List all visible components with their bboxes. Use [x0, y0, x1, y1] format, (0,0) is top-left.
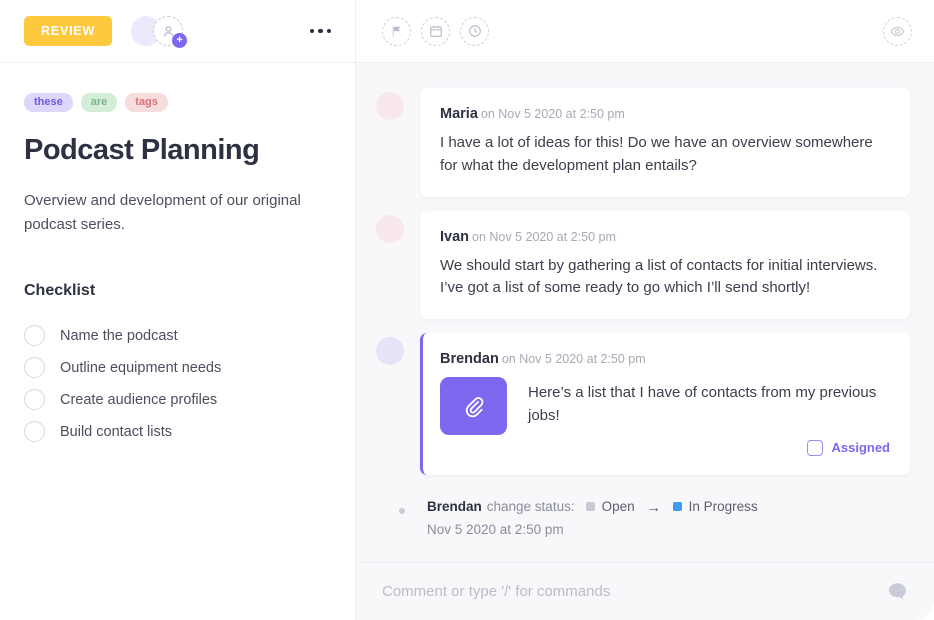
checkbox-icon[interactable]	[24, 357, 45, 379]
arrow-icon: →	[646, 498, 661, 515]
avatar[interactable]	[376, 214, 404, 243]
flag-icon	[392, 25, 401, 37]
checkbox-icon[interactable]	[24, 421, 45, 443]
task-description: Overview and development of our original…	[24, 192, 301, 234]
top-bar-left: REVIEW +	[0, 0, 356, 62]
checklist-item-label: Name the podcast	[60, 327, 178, 344]
attachment-thumbnail[interactable]	[440, 377, 507, 436]
activity-content: Brendan change status: Open → In Progres…	[427, 499, 910, 537]
comment-timestamp: on Nov 5 2020 at 2:50 pm	[501, 352, 646, 367]
comment-text: Here’s a list that I have of contacts fr…	[528, 384, 877, 424]
page-title: Podcast Planning	[24, 134, 260, 166]
comment-bubble: Maria on Nov 5 2020 at 2:50 pm I have a l…	[420, 88, 910, 197]
comment-header: Ivan on Nov 5 2020 at 2:50 pm	[440, 228, 890, 246]
review-status-button[interactable]: REVIEW	[24, 15, 113, 47]
checklist-item-label: Build contact lists	[60, 423, 173, 440]
status-from-label: Open	[601, 499, 635, 515]
due-date-button[interactable]	[421, 16, 450, 46]
comment-bubble: Ivan on Nov 5 2020 at 2:50 pm We should s…	[420, 210, 910, 320]
avatar[interactable]	[376, 337, 404, 366]
status-from: Open	[585, 499, 635, 515]
chat-bubble-icon[interactable]	[886, 580, 910, 604]
checklist-item-label: Outline equipment needs	[60, 359, 222, 376]
status-to: In Progress	[672, 499, 758, 515]
status-to-label: In Progress	[688, 499, 758, 515]
track-time-button[interactable]	[460, 16, 489, 46]
assigned-label: Assigned	[831, 440, 890, 456]
main-body: these are tags Podcast Planning Overview…	[0, 63, 934, 620]
dot-icon	[326, 28, 331, 34]
avatar[interactable]	[376, 92, 404, 120]
task-detail-window: REVIEW + these are tags Podcast Planning…	[0, 0, 934, 620]
comment-header: Brendan on Nov 5 2020 at 2:50 pm	[440, 350, 890, 368]
comment-author: Ivan	[440, 228, 470, 245]
conversation-panel: Maria on Nov 5 2020 at 2:50 pm I have a l…	[356, 63, 934, 620]
activity-item-status-change: Brendan change status: Open → In Progres…	[376, 499, 910, 537]
comment-author: Maria	[440, 106, 478, 122]
checklist-item-build-contact-lists[interactable]: Build contact lists	[24, 416, 331, 448]
comment-item-ivan: Ivan on Nov 5 2020 at 2:50 pm We should s…	[376, 210, 910, 320]
more-options-button[interactable]	[308, 23, 334, 40]
status-color-swatch	[672, 502, 682, 512]
assigned-checkbox-icon[interactable]	[807, 439, 824, 456]
comment-timestamp: on Nov 5 2020 at 2:50 pm	[472, 229, 616, 244]
activity-timestamp: Nov 5 2020 at 2:50 pm	[427, 521, 564, 537]
comment-header: Maria on Nov 5 2020 at 2:50 pm	[440, 105, 890, 123]
comment-bubble-highlighted: Brendan on Nov 5 2020 at 2:50 pm Here’s a…	[420, 333, 910, 475]
comment-text: I have a lot of ideas for this! Do we ha…	[440, 134, 873, 174]
watch-task-button[interactable]	[883, 16, 912, 46]
dot-icon	[318, 28, 323, 34]
activity-line: Brendan change status: Open → In Progres…	[427, 499, 910, 515]
checklist-item-create-audience-profiles[interactable]: Create audience profiles	[24, 384, 331, 416]
checklist-heading: Checklist	[24, 281, 96, 299]
task-details-panel: these are tags Podcast Planning Overview…	[0, 63, 356, 620]
checkbox-icon[interactable]	[24, 389, 45, 411]
activity-verb: change status:	[486, 499, 575, 515]
tag-tags[interactable]: tags	[125, 93, 168, 112]
comment-author: Brendan	[440, 351, 499, 368]
dot-icon	[309, 28, 314, 34]
priority-flag-button[interactable]	[382, 16, 411, 46]
checklist-item-name-the-podcast[interactable]: Name the podcast	[24, 320, 331, 352]
attachment-body: Here’s a list that I have of contacts fr…	[528, 377, 890, 456]
add-assignee-button[interactable]: +	[153, 16, 188, 48]
comment-item-brendan: Brendan on Nov 5 2020 at 2:50 pm Here’s a…	[376, 333, 910, 475]
checklist-item-outline-equipment-needs[interactable]: Outline equipment needs	[24, 352, 331, 384]
assigned-toggle[interactable]: Assigned	[528, 439, 890, 456]
add-assignee-plus-badge: +	[172, 33, 188, 48]
comment-item-maria: Maria on Nov 5 2020 at 2:50 pm I have a l…	[376, 88, 910, 197]
comment-text: We should start by gathering a list of c…	[440, 256, 878, 297]
calendar-icon	[429, 25, 442, 37]
activity-author: Brendan	[427, 499, 482, 515]
clock-icon	[468, 25, 481, 37]
comment-timestamp: on Nov 5 2020 at 2:50 pm	[480, 107, 625, 121]
top-bar: REVIEW +	[0, 0, 934, 63]
comment-attachment-row: Here’s a list that I have of contacts fr…	[440, 377, 890, 456]
comment-composer	[356, 562, 934, 620]
checkbox-icon[interactable]	[24, 325, 45, 347]
assignee-avatar-group: +	[131, 16, 188, 48]
comment-list: Maria on Nov 5 2020 at 2:50 pm I have a l…	[356, 63, 934, 562]
comment-input[interactable]	[382, 583, 886, 600]
tag-list: these are tags	[24, 93, 331, 112]
tag-these[interactable]: these	[24, 93, 73, 112]
top-bar-right	[356, 0, 934, 62]
paperclip-icon	[465, 396, 484, 417]
activity-bullet-icon	[399, 507, 405, 514]
status-color-swatch	[585, 502, 595, 512]
checklist-item-label: Create audience profiles	[60, 391, 218, 408]
eye-icon	[890, 26, 905, 36]
tag-are[interactable]: are	[80, 93, 118, 112]
